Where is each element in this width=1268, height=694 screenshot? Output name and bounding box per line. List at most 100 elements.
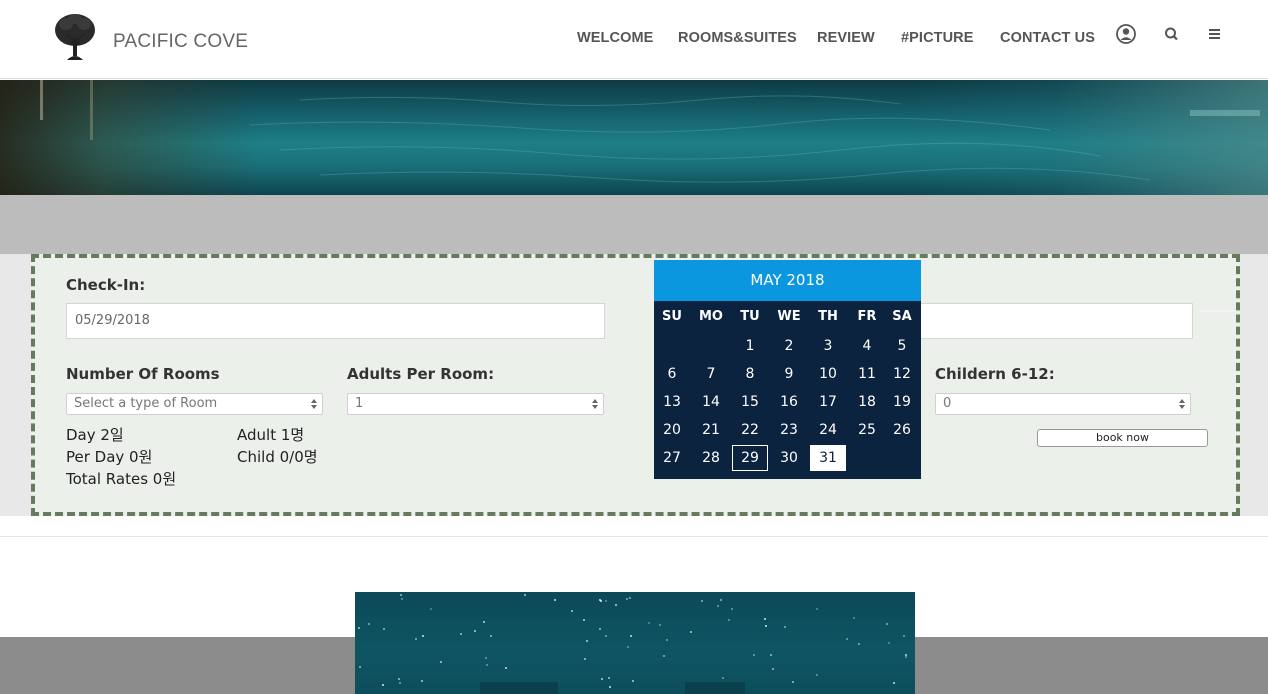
section-divider [0,536,1268,537]
nav-review[interactable]: REVIEW [817,30,875,46]
brand-name[interactable]: PACIFIC COVE [113,31,248,53]
star-dot [584,658,586,660]
star-dot [368,623,370,625]
children-label: Childern 6-12: [935,365,1055,383]
nav-welcome[interactable]: WELCOME [577,30,653,46]
calendar-day[interactable]: 21 [693,417,729,443]
calendar-day[interactable]: 20 [654,417,690,443]
calendar-day[interactable]: 5 [884,333,920,359]
calendar-day[interactable]: 29 [732,445,768,471]
star-dot [359,666,361,668]
star-dot [728,619,730,621]
search-icon[interactable] [1161,23,1183,45]
star-dot [474,630,476,632]
weekday-header: TU [740,309,760,324]
weekday-header: TH [818,309,838,324]
calendar-day[interactable]: 22 [732,417,768,443]
calendar-day[interactable]: 7 [693,361,729,387]
calendar-day[interactable]: 13 [654,389,690,415]
weekday-header: MO [699,309,723,324]
nav-contact-us[interactable]: CONTACT US [1000,30,1095,46]
star-dot [524,594,526,596]
star-dot [717,605,719,607]
weekday-header: SU [662,309,682,324]
checkin-label: Check-In: [66,276,146,294]
star-dot [605,635,607,637]
input-edge-highlight [1198,310,1236,312]
calendar-day[interactable]: 6 [654,361,690,387]
calendar-day[interactable]: 16 [771,389,807,415]
star-dot [770,654,772,656]
day-count-text: Day 2일 [66,426,124,444]
calendar-day[interactable]: 3 [810,333,846,359]
book-now-button[interactable]: book now [1037,429,1208,447]
calendar-day[interactable]: 9 [771,361,807,387]
adult-count-text: Adult 1명 [237,426,305,444]
calendar-month-title[interactable]: MAY 2018 [654,260,921,301]
star-dot [615,604,617,606]
image-overlay-bar [685,682,745,694]
calendar-day[interactable]: 31 [810,445,846,471]
calendar-day[interactable]: 23 [771,417,807,443]
adults-select[interactable]: 1 [347,393,604,415]
tree-logo-icon[interactable] [52,12,98,62]
star-dot [485,657,487,659]
calendar-day[interactable]: 25 [849,417,885,443]
children-value: 0 [943,396,952,411]
room-type-select[interactable]: Select a type of Room [66,393,323,415]
star-dot [903,635,905,637]
calendar-day[interactable]: 15 [732,389,768,415]
star-dot [690,631,692,633]
calendar-day[interactable]: 10 [810,361,846,387]
star-dot [858,643,860,645]
calendar-day[interactable]: 24 [810,417,846,443]
datepicker-calendar: MAY 2018 SU MO TU WE TH FR SA 1 2 3 4 5 6 7 8 9 10 11 12 13… [654,260,921,479]
star-dot [486,664,488,666]
children-select[interactable]: 0 [935,393,1191,415]
calendar-day[interactable]: 4 [849,333,885,359]
checkout-date-input[interactable] [905,303,1193,339]
calendar-day[interactable]: 8 [732,361,768,387]
star-dot [583,619,585,621]
nav-rooms-suites[interactable]: ROOMS&SUITES [678,30,797,46]
star-dot [490,635,492,637]
star-dot [701,600,703,602]
site-header: PACIFIC COVE WELCOME ROOMS&SUITES REVIEW… [0,0,1268,79]
star-dot [383,628,385,630]
star-dot [430,608,432,610]
calendar-day[interactable]: 12 [884,361,920,387]
adults-per-room-label: Adults Per Room: [347,365,495,383]
star-dot [764,618,766,620]
calendar-day[interactable]: 30 [771,445,807,471]
star-dot [505,667,507,669]
star-dot [483,621,485,623]
nav-picture[interactable]: #PICTURE [901,30,974,46]
select-arrows-icon [311,399,317,409]
star-dot [401,598,403,600]
number-of-rooms-label: Number Of Rooms [66,365,220,383]
star-dot [586,640,588,642]
child-count-text: Child 0/0명 [237,448,318,466]
calendar-day[interactable]: 27 [654,445,690,471]
star-dot [731,608,733,610]
star-dot [358,627,360,629]
calendar-day[interactable]: 14 [693,389,729,415]
calendar-day[interactable]: 18 [849,389,885,415]
star-dot [784,626,786,628]
adults-value: 1 [355,396,364,411]
calendar-day[interactable]: 26 [884,417,920,443]
calendar-day[interactable]: 1 [732,333,768,359]
star-dot [599,628,601,630]
checkin-date-input[interactable]: 05/29/2018 [66,303,605,339]
calendar-day[interactable]: 19 [884,389,920,415]
calendar-day[interactable]: 11 [849,361,885,387]
calendar-day[interactable]: 17 [810,389,846,415]
menu-icon[interactable] [1203,23,1225,45]
weekday-header: FR [857,309,877,324]
image-overlay-bar [480,682,558,694]
star-dot [605,600,607,602]
calendar-day[interactable]: 28 [693,445,729,471]
user-icon[interactable] [1115,23,1137,45]
star-dot [886,623,888,625]
calendar-day[interactable]: 2 [771,333,807,359]
